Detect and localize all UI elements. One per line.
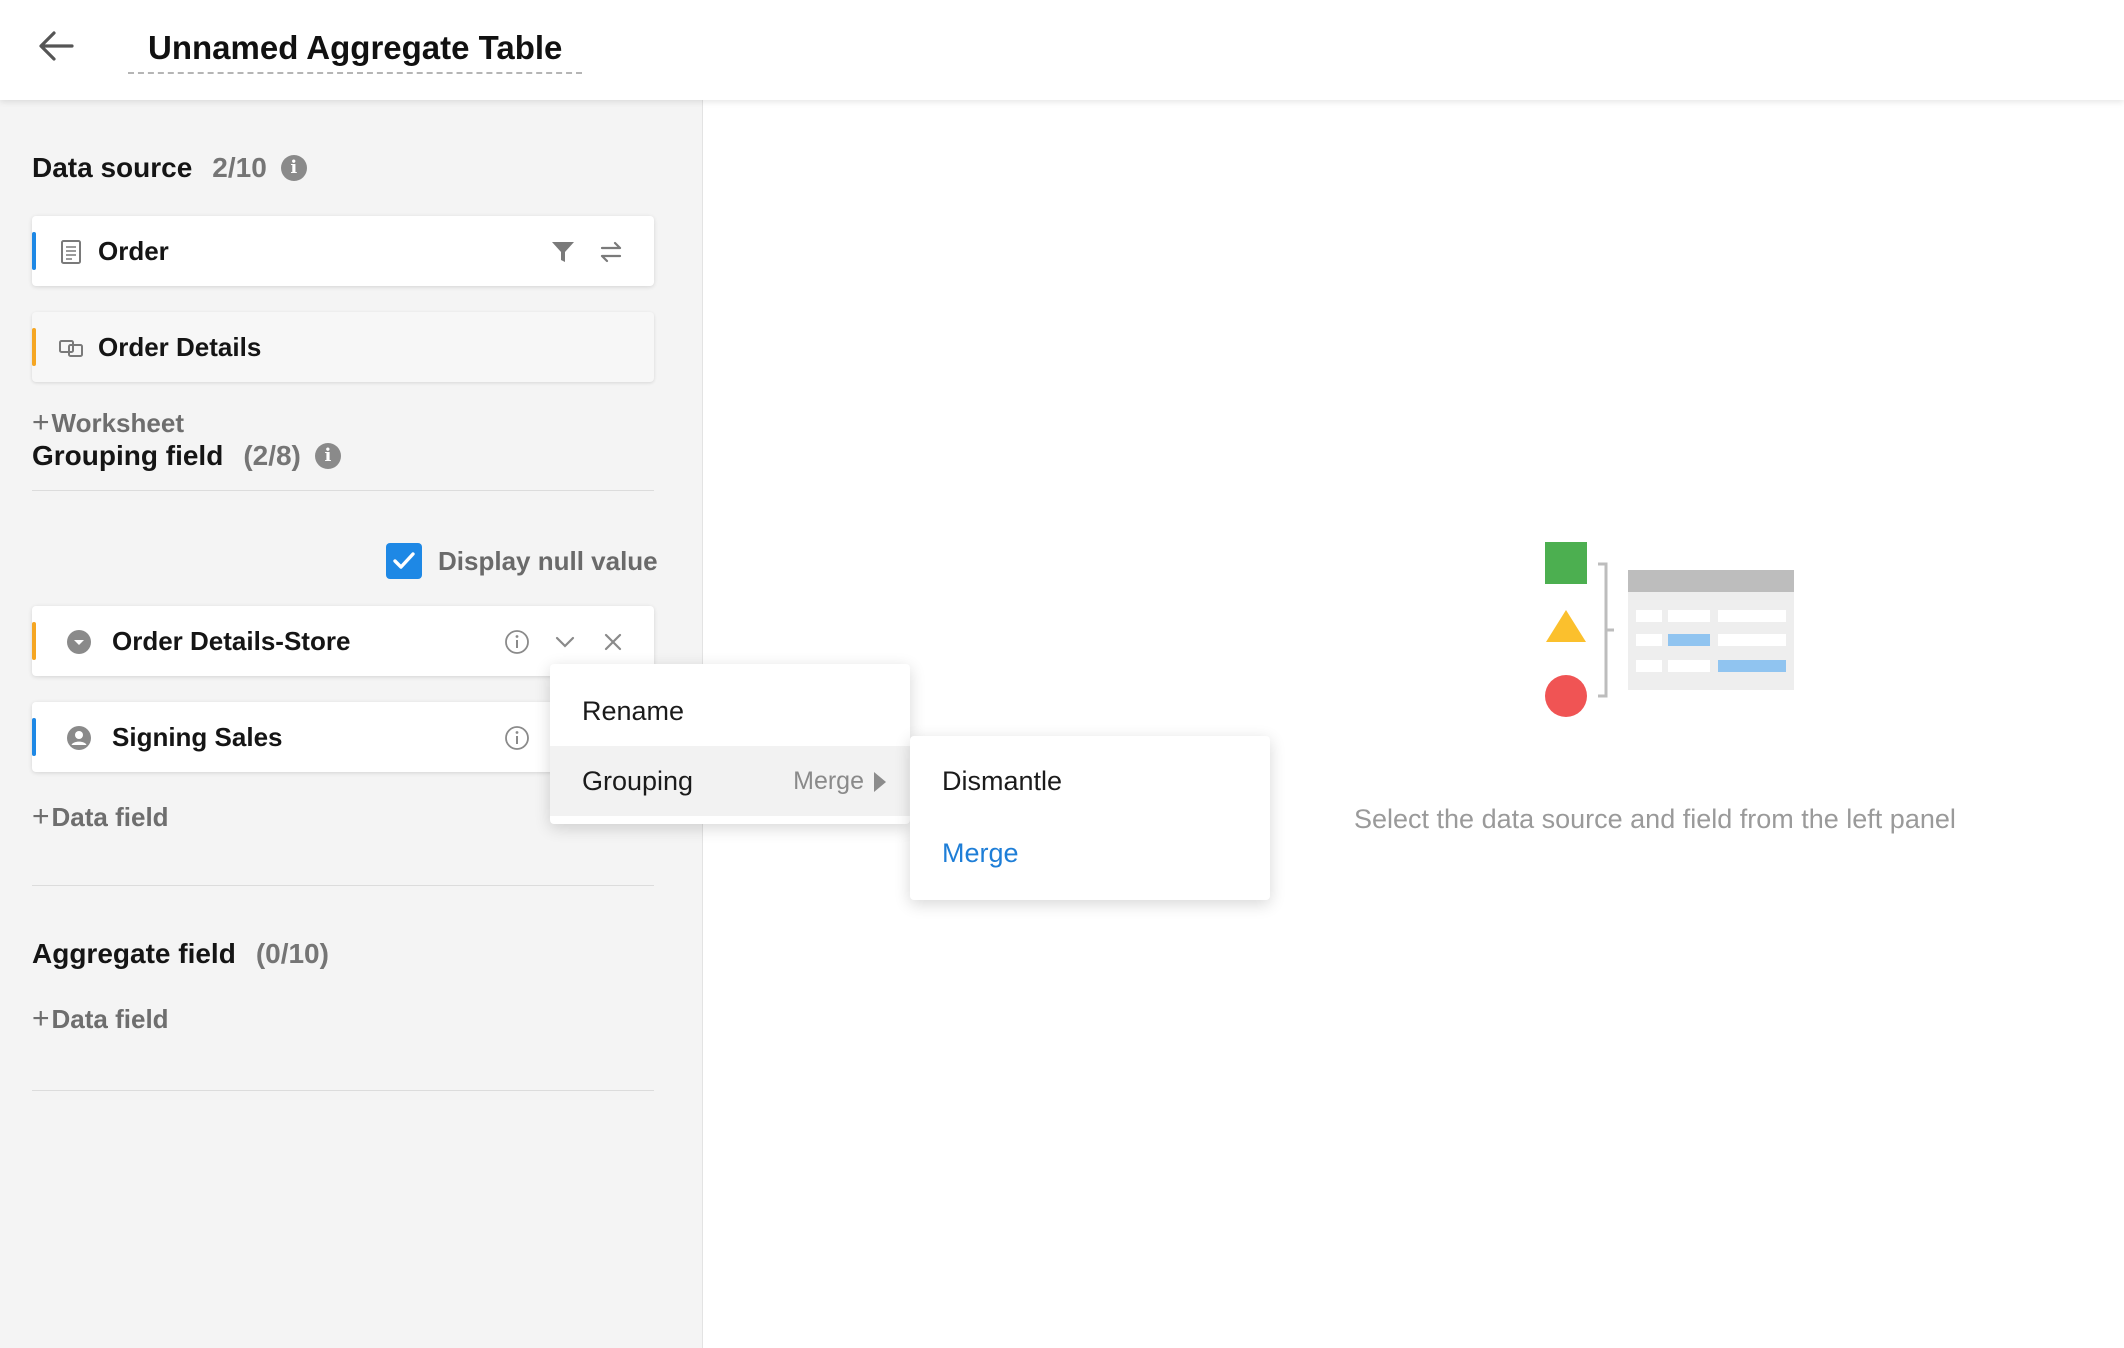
info-icon[interactable]: i (280, 155, 307, 181)
add-worksheet-label: Worksheet (51, 408, 184, 438)
menu-item-rename[interactable]: Rename (550, 676, 910, 746)
accent-bar (32, 622, 36, 660)
divider (32, 1090, 654, 1091)
data-source-item-order-details[interactable]: Order Details (32, 312, 654, 382)
top-bar: Unnamed Aggregate Table (0, 0, 2124, 100)
grouping-field-label: Signing Sales (112, 722, 283, 752)
data-source-label: Order Details (98, 332, 262, 362)
square-shape (1545, 542, 1587, 584)
display-null-checkbox[interactable] (386, 543, 422, 579)
accent-bar (32, 328, 36, 366)
info-outline-icon[interactable] (504, 725, 530, 751)
table-icon (61, 240, 81, 264)
menu-item-grouping[interactable]: Grouping Merge (550, 746, 910, 816)
circle-shape (1545, 675, 1587, 717)
linked-table-icon (59, 340, 83, 357)
data-source-label: Order (98, 236, 169, 266)
filter-icon[interactable] (550, 239, 576, 265)
back-button[interactable] (34, 24, 78, 68)
swap-icon[interactable] (598, 239, 624, 265)
data-source-heading: Data source 2/10 i (32, 152, 307, 184)
check-icon (393, 552, 415, 569)
grouping-title: Grouping field (32, 440, 224, 471)
add-grouping-field-button[interactable]: +Data field (32, 800, 169, 834)
add-grouping-field-label: Data field (51, 802, 169, 832)
aggregate-heading: Aggregate field (0/10) (32, 938, 329, 970)
accent-bar (32, 232, 36, 270)
arrow-left-icon (39, 31, 74, 61)
dropdown-circle-icon (67, 630, 91, 654)
caret-right-icon (874, 772, 886, 792)
add-aggregate-field-button[interactable]: +Data field (32, 1002, 169, 1036)
menu-item-grouping-label: Grouping (582, 766, 694, 796)
add-aggregate-field-label: Data field (51, 1004, 169, 1034)
triangle-shape (1546, 610, 1586, 642)
user-circle-icon (67, 726, 91, 750)
plus-icon: + (32, 800, 50, 833)
plus-icon: + (32, 1002, 50, 1035)
add-worksheet-button[interactable]: +Worksheet (32, 406, 184, 440)
grouping-heading: Grouping field (2/8) i (32, 440, 341, 472)
grouping-submenu: Dismantle Merge (910, 736, 1270, 900)
accent-bar (32, 718, 36, 756)
info-icon[interactable]: i (314, 443, 341, 469)
divider (32, 490, 654, 491)
display-null-label[interactable]: Display null value (438, 543, 658, 579)
plus-icon: + (32, 406, 50, 439)
data-source-item-order[interactable]: Order (32, 216, 654, 286)
chevron-down-icon[interactable] (552, 629, 578, 655)
aggregate-count: (0/10) (255, 938, 329, 969)
page-title[interactable]: Unnamed Aggregate Table (128, 24, 583, 74)
data-source-count: 2/10 (212, 152, 267, 183)
submenu-item-merge[interactable]: Merge (910, 818, 1270, 888)
grouping-count: (2/8) (243, 440, 301, 471)
aggregate-title: Aggregate field (32, 938, 236, 969)
empty-state-message: Select the data source and field from th… (1354, 804, 1956, 834)
grouping-current-value: Merge (793, 767, 864, 795)
empty-state-illustration (1545, 542, 1794, 717)
close-icon[interactable] (600, 629, 626, 655)
divider (32, 885, 654, 886)
info-outline-icon[interactable] (504, 629, 530, 655)
data-source-title: Data source (32, 152, 193, 183)
field-context-menu: Rename Grouping Merge (550, 664, 910, 824)
grouping-field-label: Order Details-Store (112, 626, 351, 656)
submenu-item-dismantle[interactable]: Dismantle (910, 746, 1270, 816)
